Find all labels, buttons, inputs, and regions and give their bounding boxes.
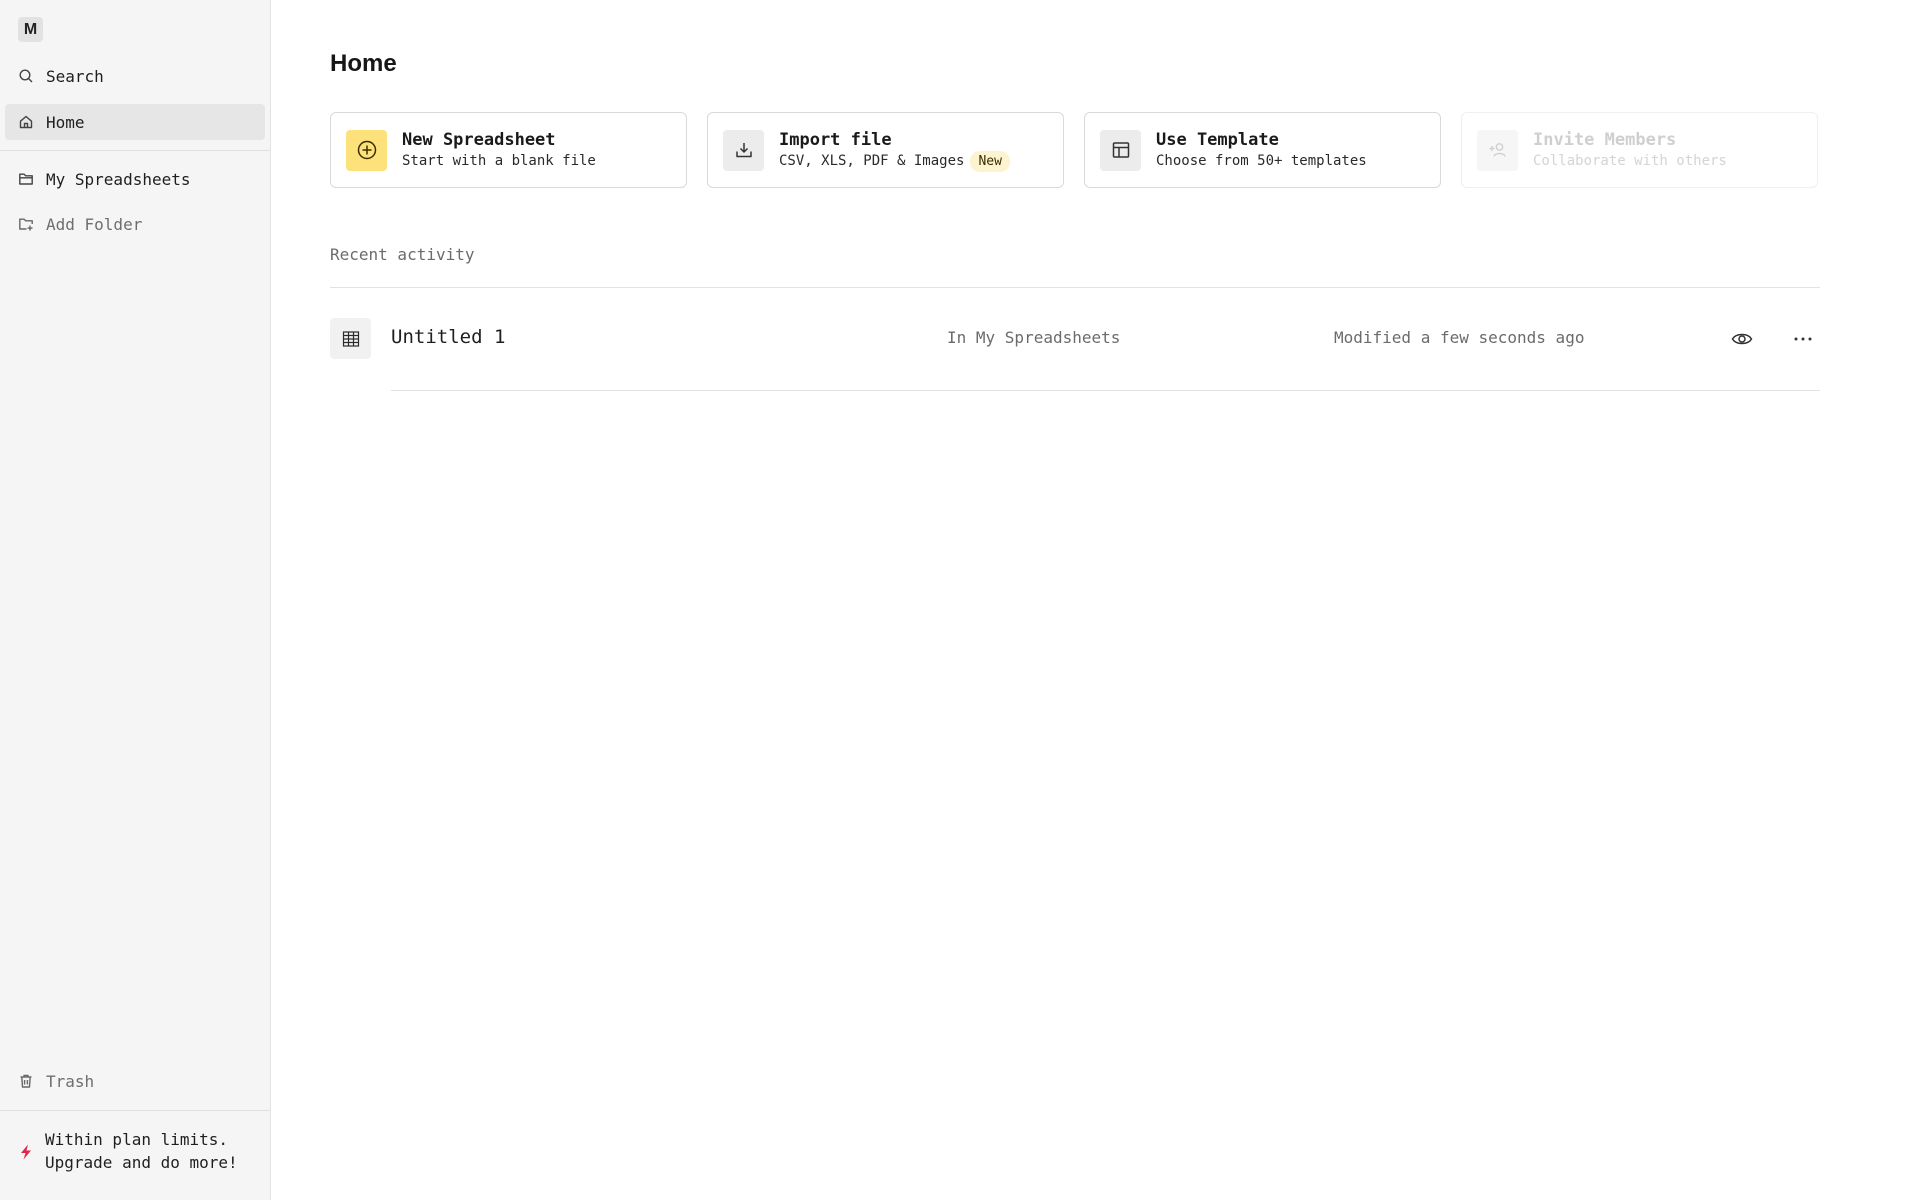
page-title: Home <box>330 50 397 77</box>
more-options-icon[interactable] <box>1788 324 1818 354</box>
card-title: Import file <box>779 129 892 150</box>
import-file-card[interactable]: Import file CSV, XLS, PDF & Images New <box>707 112 1064 188</box>
download-tray-icon <box>723 129 764 171</box>
folder-plus-icon <box>5 206 45 242</box>
upgrade-prompt[interactable]: Within plan limits. Upgrade and do more! <box>5 1128 265 1174</box>
upgrade-line-2: Upgrade and do more! <box>45 1153 238 1172</box>
use-template-card[interactable]: Use Template Choose from 50+ templates <box>1084 112 1441 188</box>
lightning-icon <box>5 1128 45 1160</box>
sidebar-item-label: Home <box>46 112 85 132</box>
card-title: Invite Members <box>1533 130 1677 150</box>
invite-members-card: Invite Members Collaborate with others <box>1461 112 1818 188</box>
card-subtitle: Choose from 50+ templates <box>1156 153 1367 169</box>
sidebar-item-add-folder[interactable]: Add Folder <box>5 206 265 242</box>
recent-item-row[interactable]: Untitled 1 In My Spreadsheets Modified a… <box>330 316 1820 392</box>
trash-icon <box>5 1063 45 1099</box>
sidebar-item-label: Add Folder <box>46 214 143 234</box>
sidebar-item-home[interactable]: Home <box>5 104 265 140</box>
upgrade-line-1: Within plan limits. <box>45 1130 229 1149</box>
workspace-avatar[interactable]: M <box>18 17 43 42</box>
sidebar-item-label: Trash <box>46 1071 95 1091</box>
card-subtitle: Start with a blank file <box>402 153 596 169</box>
sidebar-item-label: My Spreadsheets <box>46 169 191 189</box>
sidebar-item-my-spreadsheets[interactable]: My Spreadsheets <box>5 161 265 197</box>
card-title: New Spreadsheet <box>402 130 556 150</box>
preview-eye-icon[interactable] <box>1727 324 1757 354</box>
sidebar-divider <box>0 150 270 151</box>
layout-template-icon <box>1100 129 1141 171</box>
file-modified: Modified a few seconds ago <box>1334 328 1585 347</box>
plus-circle-icon <box>346 129 387 171</box>
sidebar-divider <box>0 1110 270 1111</box>
sidebar-item-search[interactable]: Search <box>5 58 265 94</box>
sidebar: M Search Home My Spreadsheets Add Folder… <box>0 0 271 1200</box>
new-badge: New <box>970 150 1010 172</box>
add-user-icon <box>1477 129 1518 171</box>
main-content: Home New Spreadsheet Start with a blank … <box>271 0 1920 1200</box>
app-root: M Search Home My Spreadsheets Add Folder… <box>0 0 1920 1200</box>
recent-activity-heading: Recent activity <box>330 245 475 264</box>
card-subtitle: CSV, XLS, PDF & Images New <box>779 150 1010 172</box>
sidebar-item-label: Search <box>46 66 104 86</box>
new-spreadsheet-card[interactable]: New Spreadsheet Start with a blank file <box>330 112 687 188</box>
sidebar-item-trash[interactable]: Trash <box>5 1063 265 1099</box>
card-subtitle: Collaborate with others <box>1533 153 1727 169</box>
file-location: In My Spreadsheets <box>947 328 1121 347</box>
folder-icon <box>5 161 45 197</box>
search-icon <box>5 58 45 94</box>
row-divider <box>391 390 1820 391</box>
section-divider <box>330 287 1820 288</box>
card-title: Use Template <box>1156 130 1279 150</box>
quick-actions: New Spreadsheet Start with a blank file … <box>330 112 1818 188</box>
table-grid-icon <box>330 318 371 359</box>
upgrade-text: Within plan limits. Upgrade and do more! <box>45 1128 238 1174</box>
file-name: Untitled 1 <box>391 326 506 348</box>
home-icon <box>5 104 45 140</box>
